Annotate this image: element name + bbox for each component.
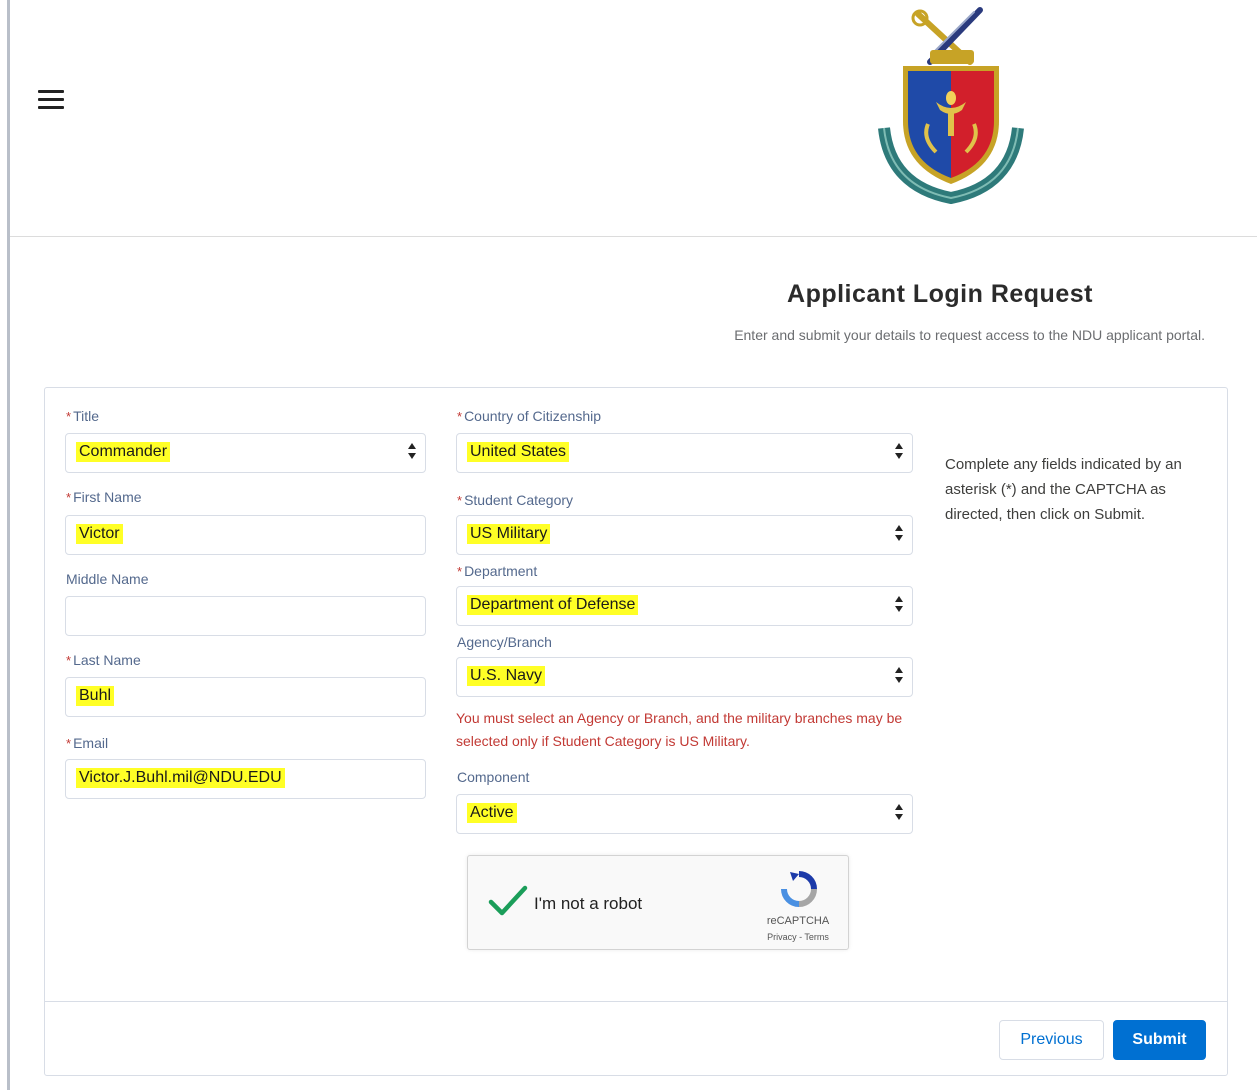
title-value: Commander — [76, 442, 171, 462]
recaptcha-privacy-terms-link[interactable]: Privacy - Terms — [758, 932, 838, 942]
component-label: Component — [457, 769, 530, 785]
required-marker: * — [457, 493, 463, 508]
submit-button[interactable]: Submit — [1113, 1020, 1206, 1060]
middle-name-label: Middle Name — [66, 571, 149, 587]
agency-branch-value: U.S. Navy — [467, 666, 546, 686]
email-value: Victor.J.Buhl.mil@NDU.EDU — [76, 768, 285, 788]
recaptcha-label: I'm not a robot — [534, 894, 643, 913]
select-arrows-icon — [895, 525, 903, 545]
student-category-value: US Military — [467, 524, 551, 544]
middle-name-field[interactable] — [65, 596, 426, 636]
form-footer-divider — [44, 1001, 1228, 1002]
select-arrows-icon — [408, 443, 416, 463]
last-name-value: Buhl — [76, 686, 115, 706]
agency-branch-error-message: You must select an Agency or Branch, and… — [456, 710, 903, 749]
ndu-crest-logo — [878, 7, 1024, 204]
email-field[interactable]: Victor.J.Buhl.mil@NDU.EDU — [65, 759, 426, 799]
country-select[interactable]: United States — [456, 433, 913, 473]
page-subtitle: Enter and submit your details to request… — [734, 327, 1205, 343]
required-marker: * — [457, 564, 463, 579]
component-select[interactable]: Active — [456, 794, 913, 834]
first-name-value: Victor — [76, 524, 123, 544]
country-label: * Country of Citizenship — [457, 408, 602, 424]
required-marker: * — [457, 409, 463, 424]
component-value: Active — [467, 803, 517, 823]
title-select[interactable]: Commander — [65, 433, 426, 473]
student-category-select[interactable]: US Military — [456, 515, 913, 555]
department-value: Department of Defense — [467, 595, 639, 615]
recaptcha-widget[interactable]: I'm not a robot reCAPTCHA Privacy - Term… — [467, 855, 849, 950]
hamburger-menu-icon[interactable] — [38, 90, 64, 112]
select-arrows-icon — [895, 804, 903, 824]
last-name-label: * Last Name — [66, 652, 141, 668]
department-label: * Department — [457, 563, 538, 579]
last-name-field[interactable]: Buhl — [65, 677, 426, 717]
email-label: * Email — [66, 735, 109, 751]
title-label: * Title — [66, 408, 99, 424]
select-arrows-icon — [895, 596, 903, 616]
required-marker: * — [66, 736, 72, 751]
previous-button[interactable]: Previous — [999, 1020, 1104, 1060]
required-marker: * — [66, 409, 72, 424]
select-arrows-icon — [895, 667, 903, 687]
page-title: Applicant Login Request — [787, 280, 1093, 308]
department-select[interactable]: Department of Defense — [456, 586, 913, 626]
form-help-text: Complete any fields indicated by an aste… — [945, 456, 1182, 523]
required-marker: * — [66, 490, 72, 505]
page-header — [10, 0, 1257, 237]
student-category-label: * Student Category — [457, 492, 574, 508]
recaptcha-logo-icon — [781, 871, 817, 907]
first-name-field[interactable]: Victor — [65, 515, 426, 555]
checkmark-icon — [488, 885, 528, 916]
agency-branch-select[interactable]: U.S. Navy — [456, 657, 913, 697]
agency-branch-label: Agency/Branch — [457, 634, 552, 650]
select-arrows-icon — [895, 443, 903, 463]
first-name-label: * First Name — [66, 489, 142, 505]
recaptcha-brand: reCAPTCHA — [766, 915, 830, 927]
required-marker: * — [66, 653, 72, 668]
country-value: United States — [467, 442, 570, 462]
